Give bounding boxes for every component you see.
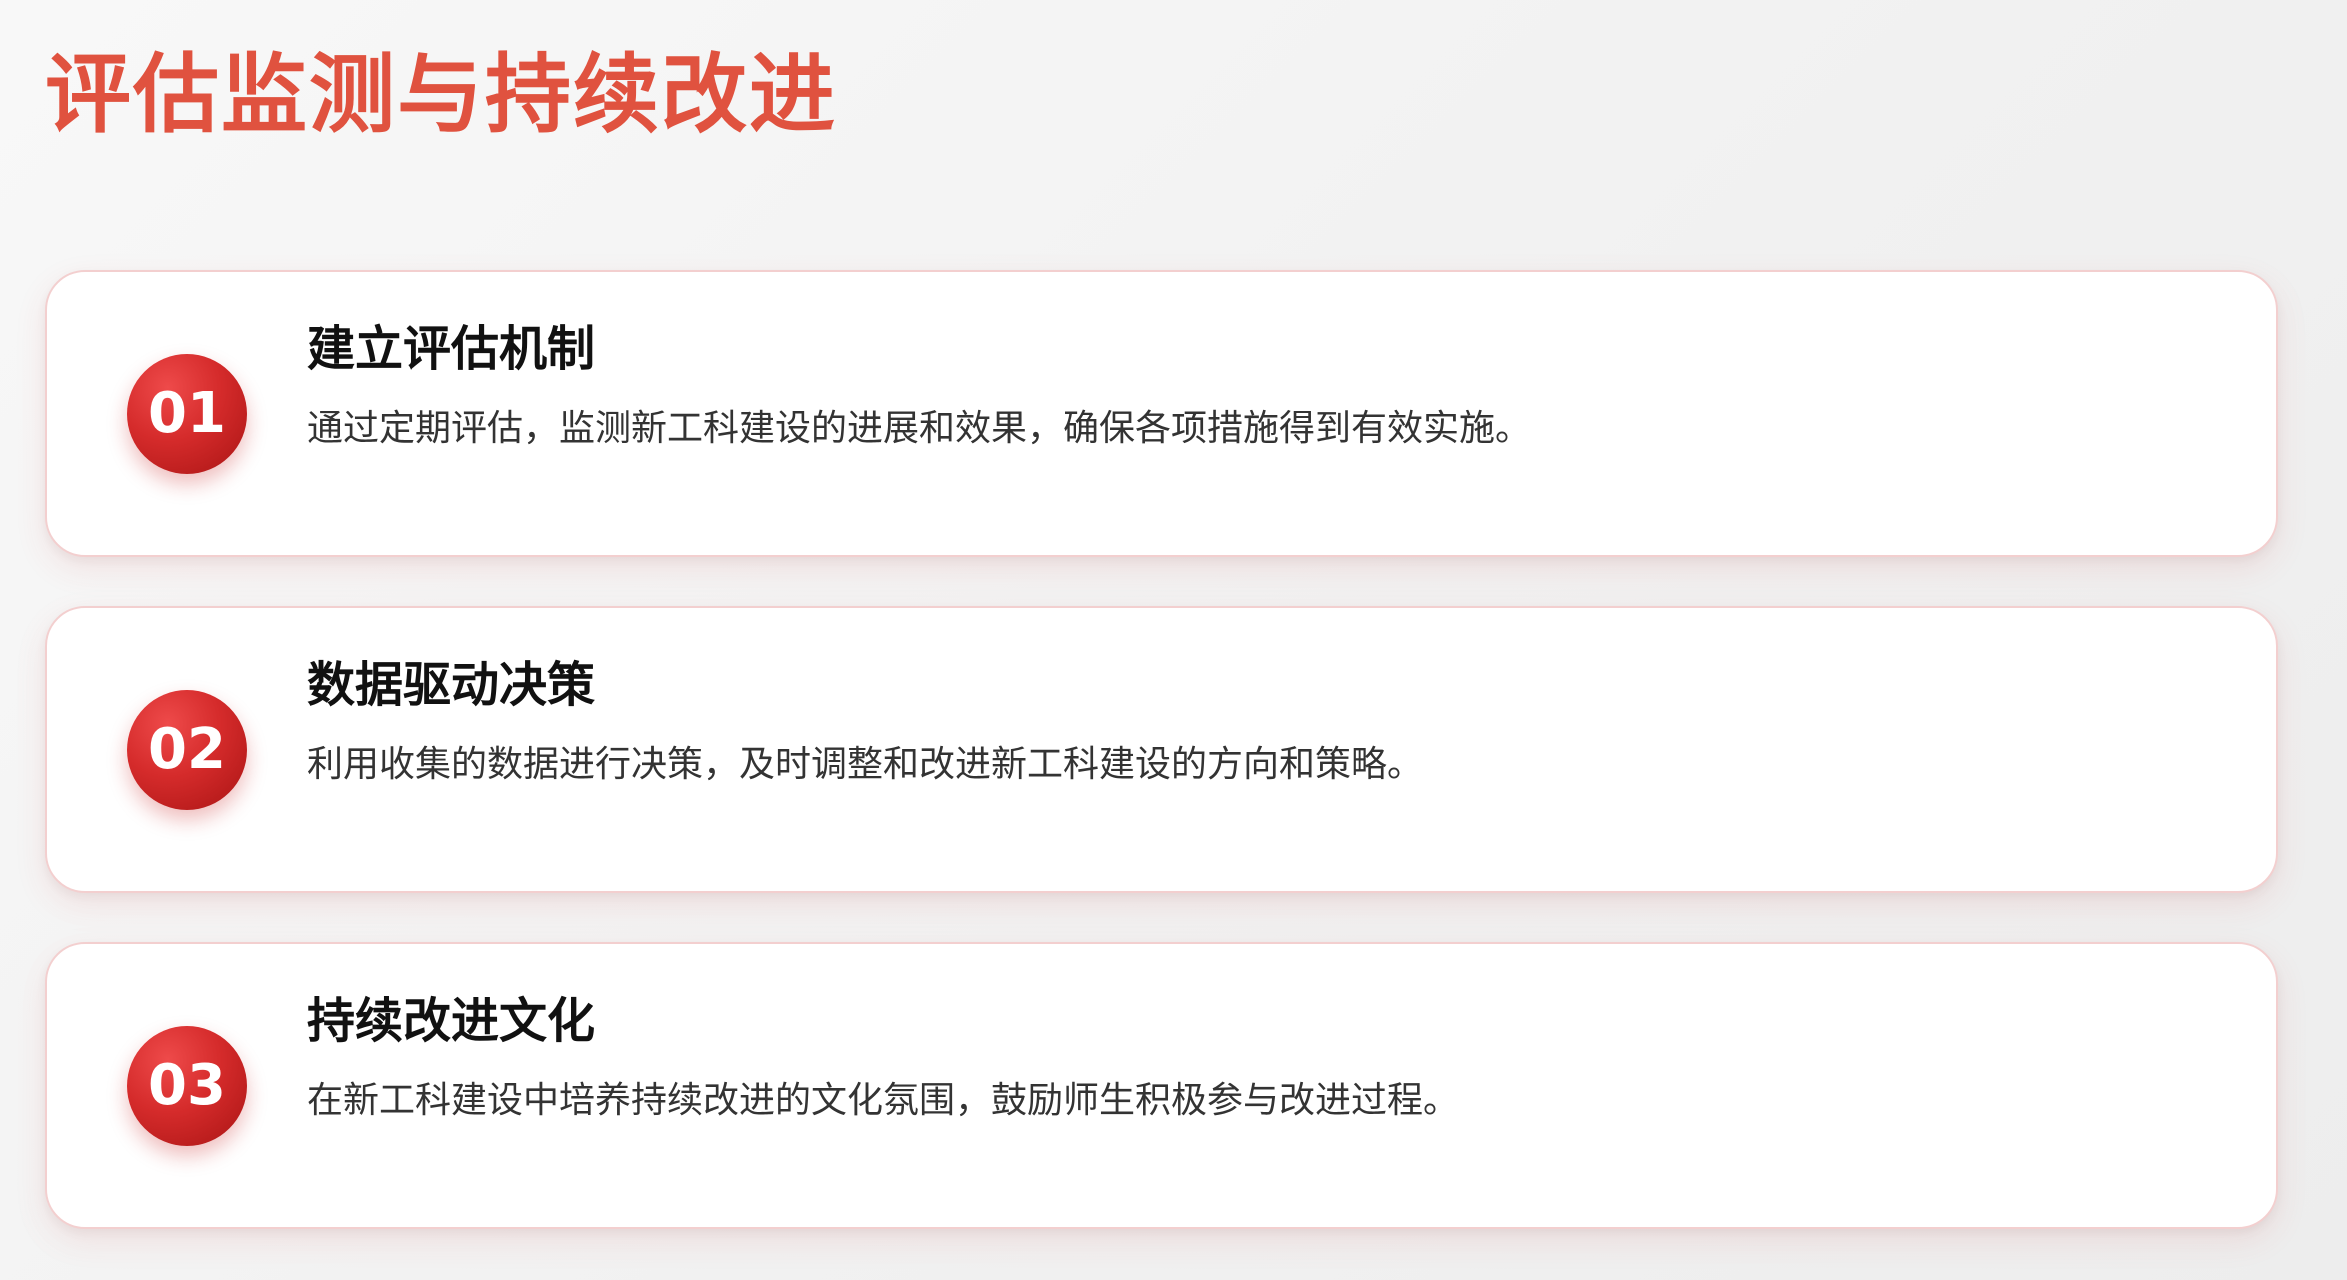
card-description: 在新工科建设中培养持续改进的文化氛围，鼓励师生积极参与改进过程。: [307, 1080, 1460, 1121]
card-description: 利用收集的数据进行决策，及时调整和改进新工科建设的方向和策略。: [307, 744, 1424, 785]
card-title: 建立评估机制: [307, 321, 596, 377]
card-continuous-improvement: 03 持续改进文化 在新工科建设中培养持续改进的文化氛围，鼓励师生积极参与改进过…: [45, 942, 2278, 1229]
number-badge: 02: [127, 690, 247, 810]
card-data-driven-decision: 02 数据驱动决策 利用收集的数据进行决策，及时调整和改进新工科建设的方向和策略…: [45, 606, 2278, 893]
card-title: 持续改进文化: [307, 993, 596, 1049]
number-badge: 01: [127, 354, 247, 474]
card-evaluation-mechanism: 01 建立评估机制 通过定期评估，监测新工科建设的进展和效果，确保各项措施得到有…: [45, 270, 2278, 557]
card-description: 通过定期评估，监测新工科建设的进展和效果，确保各项措施得到有效实施。: [307, 408, 1532, 449]
card-title: 数据驱动决策: [307, 657, 596, 713]
page-title: 评估监测与持续改进: [45, 45, 837, 145]
number-badge: 03: [127, 1026, 247, 1146]
card-list: 01 建立评估机制 通过定期评估，监测新工科建设的进展和效果，确保各项措施得到有…: [45, 270, 2278, 1278]
